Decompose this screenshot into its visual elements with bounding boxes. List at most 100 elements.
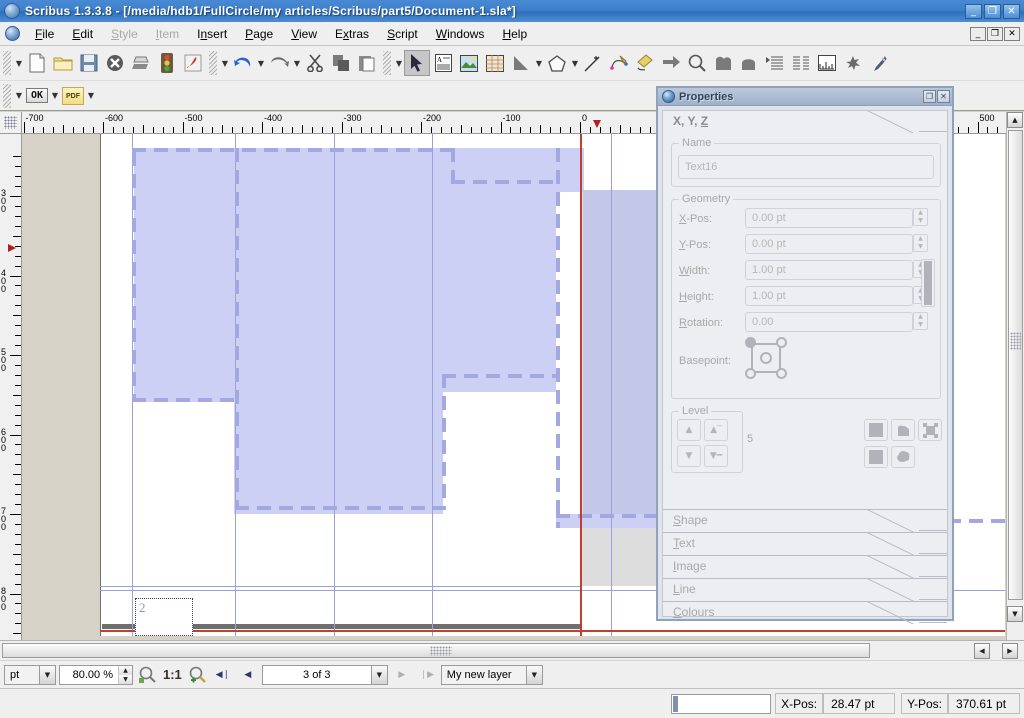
tab-text[interactable]: Text (663, 532, 947, 554)
ruler-corner[interactable] (0, 112, 22, 134)
basepoint-bottom-right[interactable] (776, 368, 787, 379)
scroll-right-icon[interactable]: ▶ (1002, 643, 1018, 659)
lock-icon[interactable] (918, 419, 942, 441)
previous-page-icon[interactable]: ◀ (237, 665, 259, 685)
paste-icon[interactable] (354, 50, 380, 76)
undo-chevron-icon[interactable]: ▼ (256, 51, 266, 75)
palette-maximize-icon[interactable]: ❐ (923, 90, 936, 103)
rotation-stepper[interactable]: ▲ ▼ (913, 312, 928, 330)
unit-selector[interactable]: pt ▼ (4, 664, 56, 685)
unlink-text-frames-icon[interactable] (788, 50, 814, 76)
chevron-down-icon-2[interactable]: ▼ (220, 51, 230, 75)
layer-chevron-icon[interactable]: ▼ (525, 665, 542, 684)
basepoint-bottom-left[interactable] (745, 368, 756, 379)
shape-chevron-icon[interactable]: ▼ (534, 51, 544, 75)
close-icon[interactable]: ✕ (1003, 3, 1020, 19)
pdf-tools-chevron-icon[interactable]: ▼ (86, 84, 96, 108)
keep-aspect-ratio-toggle[interactable] (921, 259, 935, 307)
raise-icon[interactable]: ▲ (677, 419, 701, 441)
scroll-up-icon[interactable]: ▲ (1007, 112, 1023, 128)
chevron-down-icon[interactable]: ▼ (14, 51, 24, 75)
ypos-stepper[interactable]: ▲ ▼ (913, 234, 928, 252)
pdf-toolbar-grip[interactable] (3, 83, 11, 108)
doc-minimize-icon[interactable]: _ (970, 26, 986, 41)
insert-shape-icon[interactable] (508, 50, 534, 76)
page-selector[interactable]: 3 of 3 ▼ (261, 664, 388, 685)
raise-to-top-icon[interactable]: ▲‾ (704, 419, 728, 441)
layer-selector[interactable]: My new layer ▼ (440, 664, 543, 685)
redo-icon[interactable] (266, 50, 292, 76)
zoom-in-icon[interactable] (187, 665, 209, 685)
horizontal-scrollbar[interactable]: ◀ ▶ (0, 640, 1024, 660)
menu-item-extras[interactable]: Extras (326, 24, 378, 44)
edit-text-story-editor-icon[interactable] (736, 50, 762, 76)
insert-bezier-curve-icon[interactable] (606, 50, 632, 76)
export-pdf-icon[interactable] (180, 50, 206, 76)
edit-contents-icon[interactable] (710, 50, 736, 76)
insert-polygon-icon[interactable] (544, 50, 570, 76)
width-field[interactable]: 1.00 pt (745, 260, 913, 280)
vertical-ruler[interactable]: 300400500600700800 (0, 134, 22, 640)
xpos-stepper[interactable]: ▲ ▼ (913, 208, 928, 226)
rotation-field[interactable]: 0.00 (745, 312, 913, 332)
chevron-down-icon-3[interactable]: ▼ (394, 51, 404, 75)
copy-item-properties-icon[interactable] (840, 50, 866, 76)
palette-close-icon[interactable]: ✕ (937, 90, 950, 103)
ypos-field[interactable]: 0.00 pt (745, 234, 913, 254)
last-page-icon[interactable]: ❘▶ (416, 665, 438, 685)
menu-item-edit[interactable]: Edit (63, 24, 102, 44)
basepoint-widget[interactable] (745, 337, 787, 379)
tab-colours[interactable]: Colours (663, 601, 947, 623)
page-chevron-icon[interactable]: ▼ (370, 665, 387, 684)
polygon-chevron-icon[interactable]: ▼ (570, 51, 580, 75)
basepoint-top-right[interactable] (776, 337, 787, 348)
zoom-icon[interactable] (684, 50, 710, 76)
unit-chevron-icon[interactable]: ▼ (39, 665, 55, 684)
insert-text-frame-icon[interactable]: A (430, 50, 456, 76)
save-icon[interactable] (76, 50, 102, 76)
copy-icon[interactable] (328, 50, 354, 76)
preflight-verifier-icon[interactable] (154, 50, 180, 76)
zoom-out-icon[interactable] (136, 665, 158, 685)
measurements-icon[interactable] (814, 50, 840, 76)
redo-chevron-icon[interactable]: ▼ (292, 51, 302, 75)
vertical-scrollbar[interactable]: ▲ ▼ (1006, 112, 1024, 640)
minimize-icon[interactable]: _ (965, 3, 982, 19)
scroll-down-icon[interactable]: ▼ (1007, 606, 1023, 622)
tab-image[interactable]: Image (663, 555, 947, 577)
pdf-ok-chevron-icon[interactable]: ▼ (50, 84, 60, 108)
enable-printing-icon[interactable] (891, 446, 915, 468)
toolbar-grip[interactable] (3, 51, 11, 75)
insert-freehand-line-icon[interactable] (632, 50, 658, 76)
tab-xyz[interactable]: X, Y, Z (663, 111, 947, 135)
lower-icon[interactable]: ▼ (677, 445, 701, 467)
menu-item-windows[interactable]: Windows (427, 24, 494, 44)
select-item-icon[interactable] (404, 50, 430, 76)
menu-item-file[interactable]: File (26, 24, 63, 44)
lower-to-bottom-icon[interactable]: ▼━ (704, 445, 728, 467)
zoom-stepper[interactable]: ▲ ▼ (118, 665, 132, 684)
toolbar-grip-3[interactable] (383, 51, 391, 75)
vertical-scroll-thumb[interactable] (1008, 130, 1023, 600)
eye-dropper-icon[interactable] (866, 50, 892, 76)
insert-line-icon[interactable] (580, 50, 606, 76)
palette-title-bar[interactable]: Properties ❐ ✕ (658, 88, 952, 106)
maximize-icon[interactable]: ❐ (984, 3, 1001, 19)
pdf-chevron-icon[interactable]: ▼ (14, 84, 24, 108)
doc-restore-icon[interactable]: ❐ (987, 26, 1003, 41)
rotate-item-icon[interactable] (658, 50, 684, 76)
insert-image-frame-icon[interactable] (456, 50, 482, 76)
menu-item-page[interactable]: Page (236, 24, 282, 44)
basepoint-top-left[interactable] (745, 337, 756, 348)
cut-icon[interactable] (302, 50, 328, 76)
zoom-spinbox[interactable]: 80.00 % ▲ ▼ (59, 664, 133, 685)
open-folder-icon[interactable] (50, 50, 76, 76)
menu-item-script[interactable]: Script (378, 24, 427, 44)
new-document-icon[interactable] (24, 50, 50, 76)
flip-horizontal-icon[interactable] (864, 419, 888, 441)
link-text-frames-icon[interactable] (762, 50, 788, 76)
undo-icon[interactable] (230, 50, 256, 76)
menu-item-view[interactable]: View (282, 24, 326, 44)
properties-palette[interactable]: Properties ❐ ✕ X, Y, Z Name Text16 Geome… (656, 86, 954, 623)
toolbar-grip-2[interactable] (209, 51, 217, 75)
